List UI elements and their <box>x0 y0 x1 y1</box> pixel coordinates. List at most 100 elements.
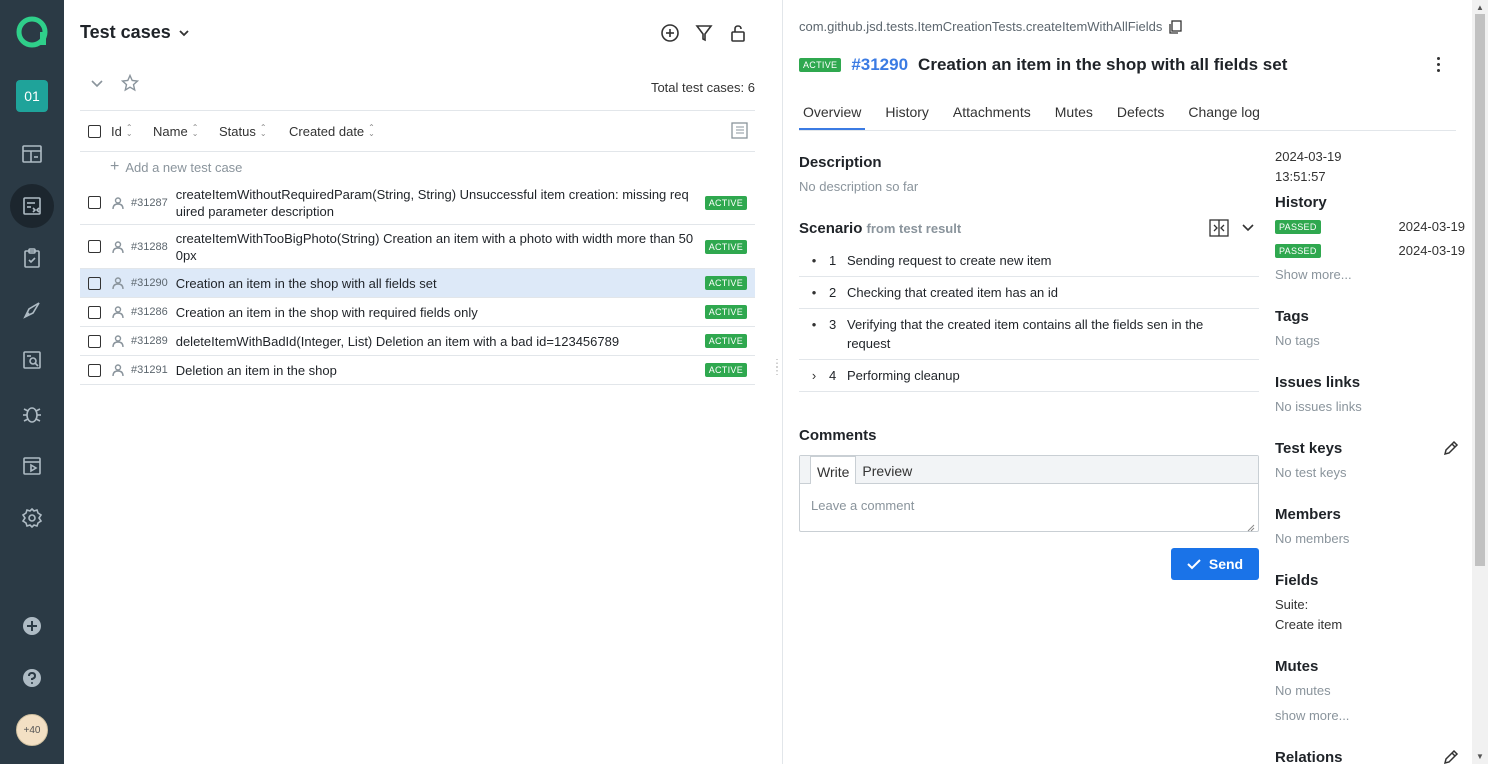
jobs-icon[interactable] <box>12 446 52 486</box>
table-row[interactable]: #31291 Deletion an item in the shop ACTIVE <box>80 356 755 385</box>
test-cases-icon[interactable] <box>10 184 54 228</box>
edit-relations-icon[interactable] <box>1443 749 1459 764</box>
comments-heading: Comments <box>799 427 877 444</box>
project-badge[interactable]: 01 <box>16 80 48 112</box>
row-checkbox[interactable] <box>88 334 101 348</box>
send-button[interactable]: Send <box>1171 548 1259 580</box>
table-row[interactable]: #31290 Creation an item in the shop with … <box>80 269 755 298</box>
mutes-heading: Mutes <box>1275 658 1319 675</box>
select-all-checkbox[interactable] <box>88 124 101 138</box>
created-time: 13:51:57 <box>1275 169 1326 184</box>
row-id: #31288 <box>131 240 168 253</box>
launches-icon[interactable] <box>12 290 52 330</box>
resize-grip-icon[interactable] <box>1247 520 1255 532</box>
help-icon[interactable] <box>12 658 52 698</box>
table-row[interactable]: #31288 createItemWithTooBigPhoto(String) … <box>80 225 755 269</box>
description-text: No description so far <box>799 179 919 194</box>
row-id: #31286 <box>131 306 168 318</box>
test-cases-panel: Test cases Total test cases: 6 Id ⌃ ⌄ Name… <box>64 0 771 764</box>
tab-history[interactable]: History <box>881 98 933 130</box>
add-test-case-row[interactable]: + Add a new test case <box>110 158 242 176</box>
scrollbar[interactable]: ▲ ▼ <box>1472 0 1488 764</box>
scenario-source: from test result <box>866 221 962 236</box>
row-checkbox[interactable] <box>88 196 101 209</box>
table-row[interactable]: #31289 deleteItemWithBadId(Integer, List)… <box>80 327 755 356</box>
avatar[interactable]: +40 <box>16 714 48 746</box>
row-checkbox[interactable] <box>88 240 101 253</box>
step-text: Sending request to create new item <box>847 253 1052 268</box>
tab-change-log[interactable]: Change log <box>1184 98 1264 130</box>
unlock-icon[interactable] <box>727 22 749 44</box>
add-icon[interactable] <box>12 606 52 646</box>
test-case-list: #31287 createItemWithoutRequiredParam(Str… <box>80 181 755 385</box>
col-status[interactable]: Status ⌃ ⌄ <box>219 124 289 139</box>
more-options-icon[interactable] <box>1435 57 1441 72</box>
table-row[interactable]: #31286 Creation an item in the shop with … <box>80 298 755 327</box>
toggle-view-icon[interactable] <box>1209 219 1229 240</box>
total-count: Total test cases: 6 <box>650 80 755 95</box>
defects-icon[interactable] <box>12 394 52 434</box>
history-show-more[interactable]: Show more... <box>1275 267 1352 282</box>
scenario-step[interactable]: • 2 Checking that created item has an id <box>799 277 1259 309</box>
suite-label: Suite: <box>1275 597 1309 612</box>
row-checkbox[interactable] <box>88 305 101 319</box>
logo-icon[interactable] <box>14 14 50 50</box>
row-name: Deletion an item in the shop <box>175 362 337 378</box>
step-text: Checking that created item has an id <box>847 285 1059 300</box>
filter-icon[interactable] <box>693 22 715 44</box>
tab-overview[interactable]: Overview <box>799 98 866 130</box>
edit-test-keys-icon[interactable] <box>1443 440 1459 456</box>
comment-input[interactable]: Leave a comment <box>811 498 914 513</box>
row-name: createItemWithoutRequiredParam(String, S… <box>175 186 689 219</box>
col-id[interactable]: Id ⌃ ⌄ <box>111 124 153 139</box>
copy-icon[interactable] <box>1168 19 1183 34</box>
manual-test-icon <box>111 240 125 254</box>
collapse-chevron-icon[interactable] <box>90 76 104 93</box>
scrollbar-thumb[interactable] <box>1475 14 1485 566</box>
settings-icon[interactable] <box>12 498 52 538</box>
history-status-badge[interactable]: PASSED <box>1275 244 1321 258</box>
bullet-icon: • <box>811 253 817 268</box>
col-name[interactable]: Name ⌃ ⌄ <box>153 124 219 139</box>
star-icon[interactable] <box>120 73 140 95</box>
relations-heading: Relations <box>1275 749 1343 764</box>
scenario-step[interactable]: • 1 Sending request to create new item <box>799 245 1259 277</box>
scenario-title: Scenario <box>799 220 863 237</box>
add-test-case-icon[interactable] <box>659 22 681 44</box>
check-icon <box>1187 559 1201 570</box>
scenario-step[interactable]: • 3 Verifying that the created item contai… <box>799 309 1259 360</box>
dashboard-icon[interactable] <box>12 134 52 174</box>
test-plans-icon[interactable] <box>12 238 52 278</box>
comment-tab-preview[interactable]: Preview <box>856 456 918 483</box>
tab-mutes[interactable]: Mutes <box>1051 98 1097 130</box>
manual-test-icon <box>111 363 125 377</box>
row-checkbox[interactable] <box>88 276 101 290</box>
scenario-heading: Scenario from test result <box>799 220 961 237</box>
row-status-badge: ACTIVE <box>704 334 747 348</box>
manual-test-icon <box>111 334 125 348</box>
tab-defects[interactable]: Defects <box>1113 98 1168 130</box>
panel-title-dropdown[interactable]: Test cases <box>80 22 191 43</box>
expand-chevron-icon[interactable]: › <box>799 366 829 385</box>
scroll-down-icon[interactable]: ▼ <box>1476 752 1484 761</box>
history-status-badge[interactable]: PASSED <box>1275 220 1321 234</box>
created-date: 2024-03-19 <box>1275 149 1342 164</box>
sort-icon: ⌃ ⌄ <box>125 123 133 138</box>
mutes-show-more[interactable]: show more... <box>1275 708 1349 723</box>
columns-settings-icon[interactable] <box>729 120 749 143</box>
table-row[interactable]: #31287 createItemWithoutRequiredParam(Str… <box>80 181 755 225</box>
bullet-icon: • <box>811 285 817 300</box>
panel-resize-handle[interactable]: ⋮ ⋮ ⋮ <box>772 359 782 402</box>
col-created-label: Created date <box>289 123 365 139</box>
scenario-step[interactable]: › 4 Performing cleanup <box>799 360 1259 392</box>
row-name: Creation an item in the shop with all fi… <box>175 275 437 291</box>
row-checkbox[interactable] <box>88 363 101 377</box>
chevron-down-icon[interactable] <box>1241 221 1255 238</box>
col-id-label: Id <box>111 123 122 139</box>
scroll-up-icon[interactable]: ▲ <box>1476 3 1484 12</box>
tab-attachments[interactable]: Attachments <box>949 98 1035 130</box>
col-created[interactable]: Created date ⌃ ⌄ <box>289 124 375 139</box>
tags-heading: Tags <box>1275 308 1309 325</box>
analytics-icon[interactable] <box>12 340 52 380</box>
comment-tab-write[interactable]: Write <box>810 456 857 484</box>
